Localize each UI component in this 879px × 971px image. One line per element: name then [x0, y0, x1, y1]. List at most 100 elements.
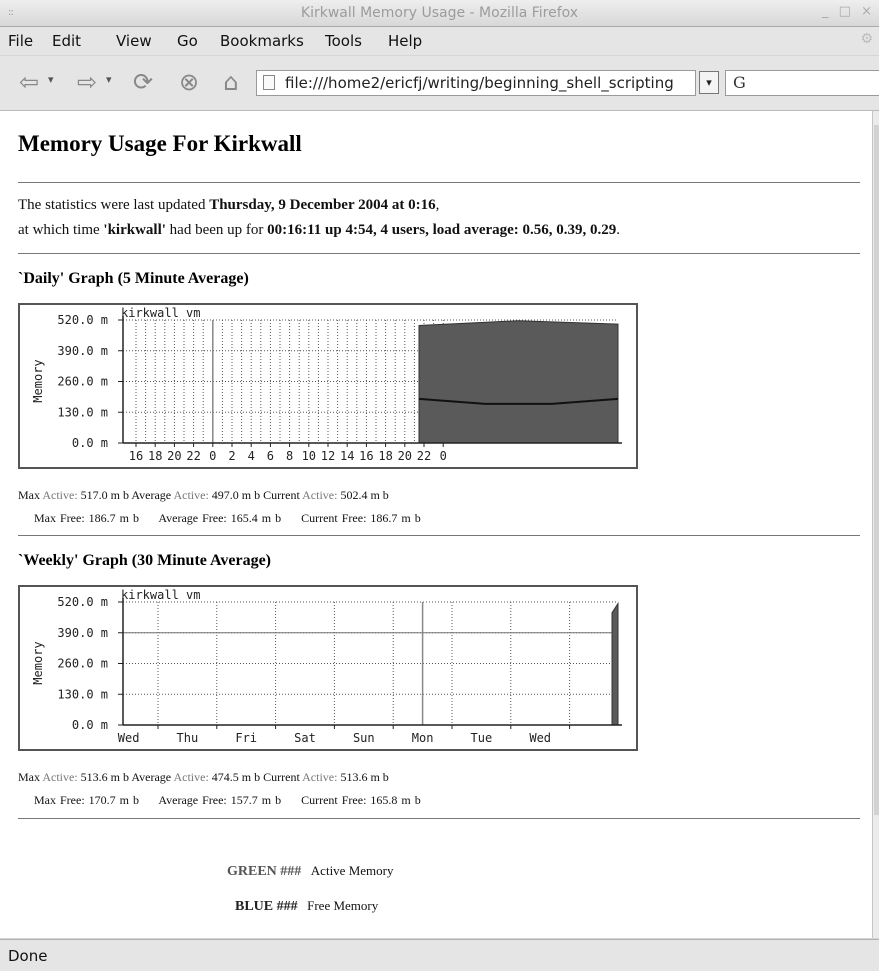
- stat-max-label: Max: [18, 488, 40, 502]
- stat-free-tag: Free:: [202, 511, 227, 525]
- stat-cur-label: Current: [301, 511, 338, 525]
- page-viewport: Memory Usage For Kirkwall The statistics…: [0, 111, 872, 938]
- home-icon[interactable]: ⌂: [214, 67, 248, 97]
- stat-avg-value: 497.0 m b: [211, 488, 261, 502]
- x-tick-label: 16: [359, 449, 373, 463]
- x-tick-label: 0: [440, 449, 447, 463]
- y-tick-label: 520.0 m: [57, 595, 108, 609]
- uptime-suffix: .: [616, 222, 621, 238]
- weekly-stats-active: Max Active: 513.6 m b Average Active: 47…: [18, 770, 389, 785]
- page-icon: [263, 75, 275, 90]
- stat-avg-label: Average: [131, 488, 172, 502]
- menu-bar: File Edit View Go Bookmarks Tools Help ⚙: [0, 27, 879, 55]
- search-box[interactable]: G: [725, 70, 879, 96]
- stat-cur-value: 513.6 m b: [340, 770, 389, 784]
- stat-free-tag: Free:: [60, 793, 85, 807]
- y-tick-label: 260.0 m: [57, 375, 108, 389]
- forward-arrow-icon[interactable]: ⇨: [70, 67, 104, 97]
- stat-cur-value: 165.8 m b: [370, 793, 421, 807]
- updated-prefix: The statistics were last updated: [18, 197, 210, 213]
- daily-stats-free: Max Free: 186.7 m b Average Free: 165.4 …: [34, 511, 421, 526]
- x-tick-label: 20: [398, 449, 412, 463]
- y-tick-label: 130.0 m: [57, 405, 108, 419]
- stat-max-label: Max: [18, 770, 40, 784]
- legend-blue-label: Free Memory: [307, 898, 379, 913]
- reload-icon[interactable]: ⟳: [126, 67, 160, 97]
- y-tick-label: 390.0 m: [57, 344, 108, 358]
- back-dropdown-icon[interactable]: ▾: [48, 73, 54, 86]
- x-tick-label: 22: [417, 449, 431, 463]
- x-tick-label: Sun: [353, 731, 375, 745]
- host-name: 'kirkwall': [103, 222, 166, 238]
- menu-go[interactable]: Go: [177, 32, 198, 50]
- x-tick-label: 14: [340, 449, 354, 463]
- y-axis-label: Memory: [31, 359, 45, 402]
- x-tick-label: Wed: [118, 731, 140, 745]
- window-controls[interactable]: _ □ ×: [822, 4, 875, 19]
- menu-tools[interactable]: Tools: [325, 32, 362, 50]
- back-arrow-icon[interactable]: ⇦: [12, 67, 46, 97]
- status-bar: Done: [0, 939, 879, 971]
- stat-cur-label: Current: [263, 488, 300, 502]
- x-tick-label: 10: [302, 449, 316, 463]
- stat-free-tag: Free:: [60, 511, 85, 525]
- search-engine-icon[interactable]: G: [733, 73, 746, 92]
- y-tick-label: 130.0 m: [57, 687, 108, 701]
- y-axis-label: Memory: [31, 641, 45, 684]
- stat-avg-label: Average: [158, 511, 199, 525]
- legend-blue: BLUE ### Free Memory: [235, 898, 378, 915]
- x-tick-label: 0: [209, 449, 216, 463]
- x-tick-label: Sat: [294, 731, 316, 745]
- menu-bookmarks[interactable]: Bookmarks: [220, 32, 304, 50]
- daily-stats-active: Max Active: 517.0 m b Average Active: 49…: [18, 488, 389, 503]
- x-tick-label: 2: [228, 449, 235, 463]
- x-tick-label: Tue: [471, 731, 493, 745]
- scrollbar-thumb[interactable]: [874, 125, 879, 815]
- x-tick-label: 18: [148, 449, 162, 463]
- x-tick-label: Mon: [412, 731, 434, 745]
- stat-active-tag: Active:: [173, 488, 209, 502]
- uptime-prefix: at which time: [18, 222, 104, 238]
- weekly-graph-svg: kirkwall vm Memory 520.0 m 390.0 m 260.0 m 13…: [31, 588, 622, 745]
- x-tick-label: Wed: [529, 731, 551, 745]
- stat-max-label: Max: [34, 793, 56, 807]
- stat-cur-label: Current: [263, 770, 300, 784]
- x-tick-label: Thu: [177, 731, 199, 745]
- x-tick-label: 6: [267, 449, 274, 463]
- x-tick-label: Fri: [235, 731, 257, 745]
- address-dropdown-icon[interactable]: ▾: [699, 71, 719, 94]
- updated-suffix: ,: [435, 197, 440, 213]
- menu-edit[interactable]: Edit: [52, 32, 81, 50]
- menu-file[interactable]: File: [8, 32, 33, 50]
- active-memory-area: [418, 320, 619, 444]
- divider: [18, 182, 860, 183]
- stat-free-tag: Free:: [341, 511, 367, 525]
- x-tick-label: 4: [248, 449, 255, 463]
- legend-green: GREEN ### Active Memory: [227, 863, 393, 880]
- y-tick-label: 260.0 m: [57, 657, 108, 671]
- vertical-scrollbar[interactable]: [872, 111, 879, 938]
- daily-graph-heading: `Daily' Graph (5 Minute Average): [18, 270, 249, 287]
- stop-icon[interactable]: ⊗: [172, 67, 206, 97]
- x-tick-label: 18: [378, 449, 392, 463]
- stat-max-value: 517.0 m b: [80, 488, 130, 502]
- chart-title: kirkwall vm: [121, 588, 200, 602]
- divider: [18, 818, 860, 819]
- x-tick-label: 20: [167, 449, 181, 463]
- window-title: Kirkwall Memory Usage - Mozilla Firefox: [300, 5, 579, 21]
- weekly-stats-free: Max Free: 170.7 m b Average Free: 157.7 …: [34, 793, 421, 808]
- menu-help[interactable]: Help: [388, 32, 422, 50]
- menu-view[interactable]: View: [116, 32, 152, 50]
- window-titlebar[interactable]: :: Kirkwall Memory Usage - Mozilla Firef…: [0, 0, 879, 27]
- stat-free-tag: Free:: [202, 793, 227, 807]
- forward-dropdown-icon[interactable]: ▾: [106, 73, 112, 86]
- page-title: Memory Usage For Kirkwall: [18, 131, 302, 156]
- uptime-value: 00:16:11 up 4:54, 4 users, load average:…: [267, 222, 617, 238]
- daily-graph-svg: kirkwall vmMemory520.0 m390.0 m260.0 m13…: [31, 306, 622, 463]
- navigation-toolbar: ⇦ ▾ ⇨ ▾ ⟳ ⊗ ⌂ file:///home2/ericfj/writi…: [0, 56, 879, 111]
- stat-avg-label: Average: [158, 793, 199, 807]
- stat-active-tag: Active:: [302, 770, 338, 784]
- stat-max-value: 513.6 m b: [80, 770, 130, 784]
- address-url[interactable]: file:///home2/ericfj/writing/beginning_s…: [285, 74, 693, 92]
- address-bar[interactable]: file:///home2/ericfj/writing/beginning_s…: [256, 70, 696, 96]
